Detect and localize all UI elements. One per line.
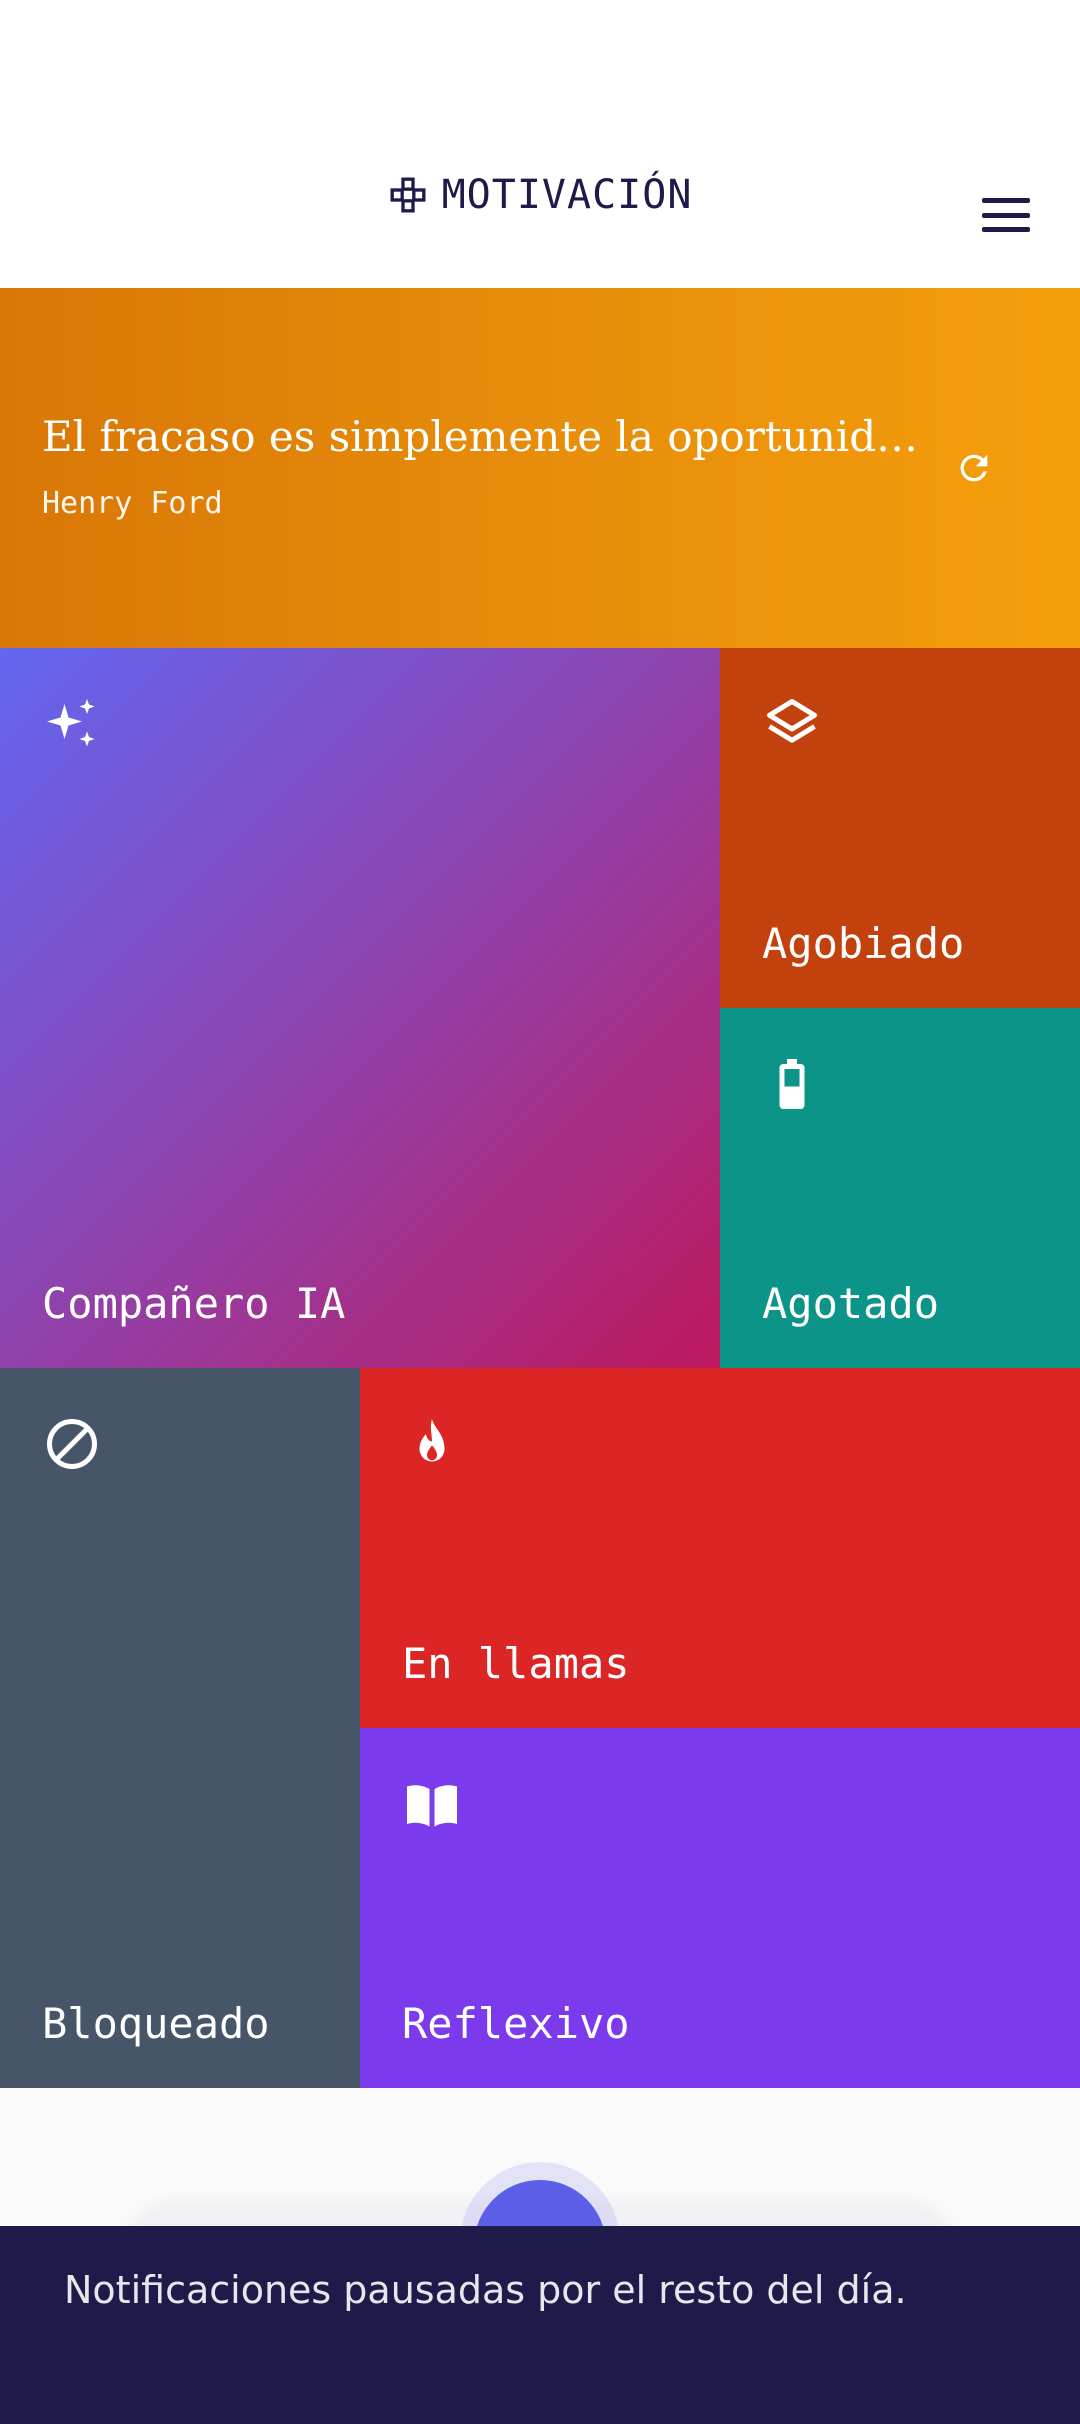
quote-text: El fracaso es simplemente la oportunidad… — [42, 412, 922, 461]
book-open-icon — [407, 1785, 457, 1827]
snackbar — [0, 2226, 1080, 2424]
menu-button[interactable] — [976, 190, 1036, 240]
tile-agotado[interactable]: Agotado — [720, 1008, 1080, 1368]
layers-icon — [767, 699, 817, 743]
quote-author: Henry Ford — [42, 486, 223, 521]
tile-label: Reflexivo — [402, 1999, 630, 2048]
gamepad-icon — [390, 177, 426, 213]
tile-bloqueado[interactable]: Bloqueado — [0, 1368, 360, 2088]
snackbar-message: Notificaciones pausadas por el resto del… — [64, 2268, 907, 2312]
app-header — [0, 0, 1080, 288]
refresh-icon[interactable] — [954, 446, 994, 490]
tile-label: Bloqueado — [42, 1999, 270, 2048]
sparkles-icon — [47, 699, 95, 747]
tile-en-llamas[interactable]: En llamas — [360, 1368, 1080, 1728]
brand: MOTIVACIÓN — [0, 160, 1080, 230]
tile-label: Agobiado — [762, 919, 965, 968]
tile-reflexivo[interactable]: Reflexivo — [360, 1728, 1080, 2088]
fire-icon — [419, 1419, 445, 1462]
hamburger-menu-icon — [982, 198, 1030, 203]
app-title: MOTIVACIÓN — [441, 172, 693, 218]
tile-label: Agotado — [762, 1279, 940, 1328]
tile-agobiado[interactable]: Agobiado — [720, 648, 1080, 1008]
tile-companero-ia[interactable]: Compañero IA — [0, 648, 720, 1368]
prohibited-icon — [47, 1419, 97, 1469]
battery-icon — [779, 1059, 805, 1109]
tile-label: Compañero IA — [42, 1279, 346, 1328]
tile-label: En llamas — [402, 1639, 630, 1688]
